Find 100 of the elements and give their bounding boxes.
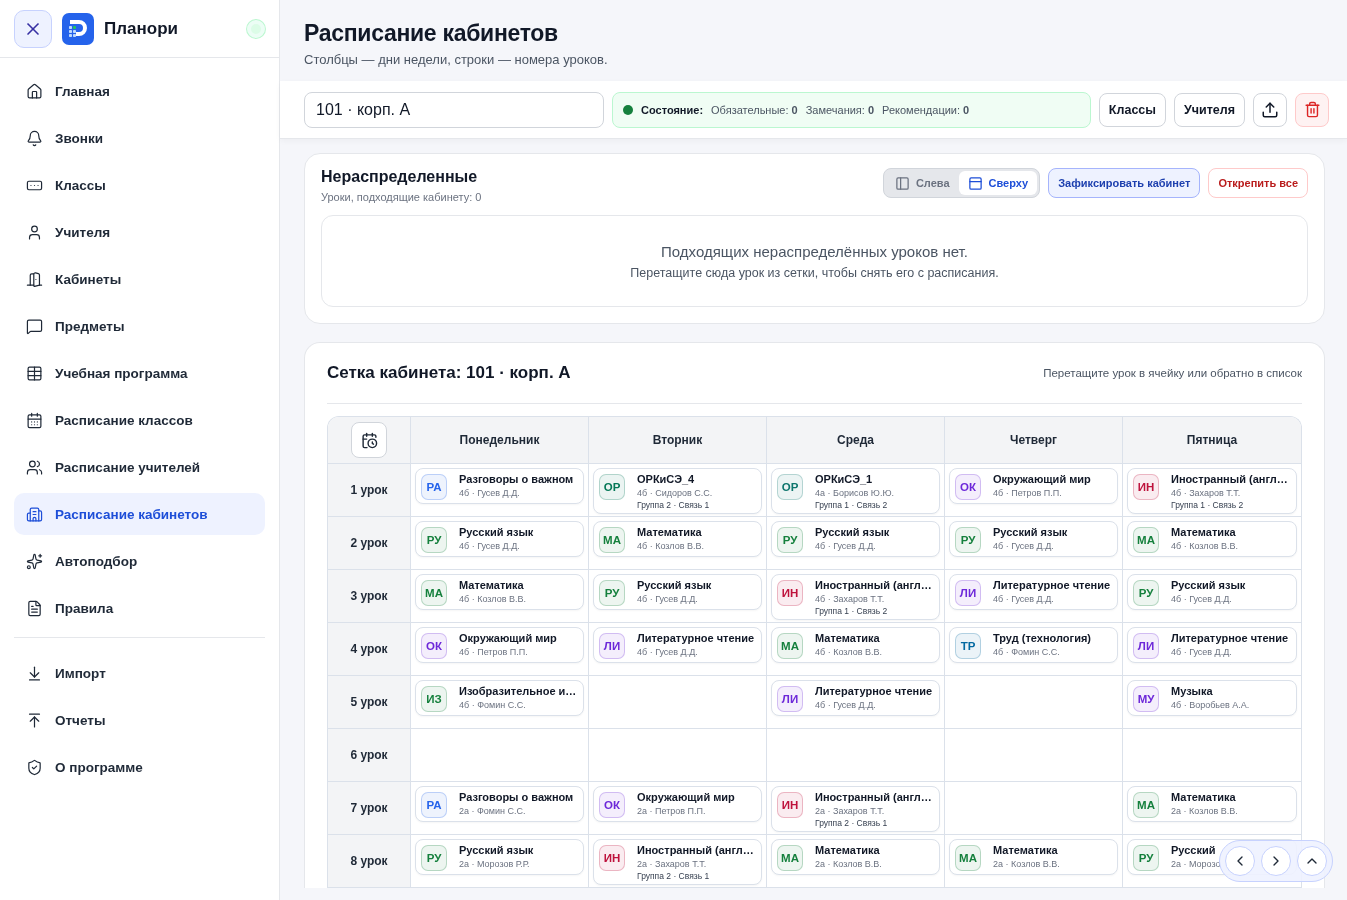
lesson-title: Изобразительное и… [459, 685, 577, 697]
grid-cell[interactable] [945, 676, 1123, 729]
filter-button[interactable]: Учителя [1173, 92, 1245, 127]
lesson-card[interactable]: ОК Окружающий мир 2а · Петров П.П. [593, 786, 762, 822]
nav-item[interactable]: Звонки [14, 117, 265, 159]
lesson-card[interactable]: РУ Русский язык 2а · Морозов Р.Р. [415, 839, 584, 875]
lesson-card[interactable]: МА Математика 4б · Козлов В.В. [415, 574, 584, 610]
close-button[interactable] [14, 9, 52, 48]
grid-cell[interactable]: МА Математика 2а · Козлов В.В. [767, 835, 945, 888]
grid-cell[interactable]: РА Разговоры о важном 4б · Гусев Д.Д. [411, 464, 589, 517]
grid-cell[interactable]: РУ Русский язык 4б · Гусев Д.Д. [767, 517, 945, 570]
lesson-card[interactable]: ЛИ Литературное чтение 4б · Гусев Д.Д. [1127, 627, 1297, 663]
nav-item[interactable]: Правила [14, 587, 265, 629]
lesson-card[interactable]: ЛИ Литературное чтение 4б · Гусев Д.Д. [771, 680, 940, 716]
lesson-title: Иностранный (англ… [815, 791, 932, 803]
grid-cell[interactable]: МА Математика 2а · Козлов В.В. [945, 835, 1123, 888]
grid-cell[interactable] [945, 782, 1123, 835]
filter-button[interactable]: Классы [1098, 92, 1166, 127]
lesson-card[interactable]: ОК Окружающий мир 4б · Петров П.П. [949, 468, 1118, 504]
nav-item[interactable]: Учителя [14, 211, 265, 253]
previous-button[interactable] [1225, 846, 1255, 876]
nav-item[interactable]: Предметы [14, 305, 265, 347]
nav-item[interactable]: Расписание кабинетов [14, 493, 265, 535]
day-header: Среда [767, 417, 945, 464]
lesson-card[interactable]: МА Математика 2а · Козлов В.В. [949, 839, 1118, 875]
grid-cell[interactable]: ОК Окружающий мир 4б · Петров П.П. [945, 464, 1123, 517]
nav-item[interactable]: Классы [14, 164, 265, 206]
status-count: Рекомендации: 0 [882, 103, 970, 116]
grid-cell[interactable]: ИЗ Изобразительное и… 4б · Фомин С.С. [411, 676, 589, 729]
lesson-card[interactable]: РУ Русский язык 4б · Гусев Д.Д. [593, 574, 762, 610]
layout-option[interactable]: Слева [885, 171, 959, 195]
upload-icon [26, 711, 43, 729]
next-button[interactable] [1261, 846, 1291, 876]
subject-badge: ИН [599, 845, 625, 871]
nav-item[interactable]: Кабинеты [14, 258, 265, 300]
unpin-all-button[interactable]: Открепить все [1208, 168, 1308, 198]
grid-cell[interactable]: МА Математика 4б · Козлов В.В. [767, 623, 945, 676]
delete-button[interactable] [1295, 92, 1329, 127]
grid-cell[interactable] [589, 676, 767, 729]
grid-cell[interactable]: РУ Русский язык 4б · Гусев Д.Д. [945, 517, 1123, 570]
lesson-card[interactable]: МА Математика 2а · Козлов В.В. [771, 839, 940, 875]
grid-cell[interactable] [589, 729, 767, 782]
grid-cell[interactable] [945, 729, 1123, 782]
lesson-card[interactable]: ЛИ Литературное чтение 4б · Гусев Д.Д. [949, 574, 1118, 610]
lesson-card[interactable]: РУ Русский язык 4б · Гусев Д.Д. [949, 521, 1118, 557]
nav-item[interactable]: Автоподбор [14, 540, 265, 582]
grid-cell[interactable]: МА Математика 4б · Козлов В.В. [589, 517, 767, 570]
grid-cell[interactable]: ТР Труд (технология) 4б · Фомин С.С. [945, 623, 1123, 676]
lesson-title: Математика [993, 844, 1059, 856]
lesson-card[interactable]: ЛИ Литературное чтение 4б · Гусев Д.Д. [593, 627, 762, 663]
grid-cell[interactable]: МА Математика 4б · Козлов В.В. [1123, 517, 1301, 570]
grid-cell[interactable]: РУ Русский язык 4б · Гусев Д.Д. [411, 517, 589, 570]
nav-item[interactable]: Импорт [14, 652, 265, 694]
grid-cell[interactable]: ОК Окружающий мир 2а · Петров П.П. [589, 782, 767, 835]
grid-cell[interactable]: ЛИ Литературное чтение 4б · Гусев Д.Д. [767, 676, 945, 729]
room-field[interactable]: 101 · корп. А [304, 91, 604, 128]
nav-item[interactable]: Отчеты [14, 699, 265, 741]
grid-cell[interactable]: РА Разговоры о важном 2а · Фомин С.С. [411, 782, 589, 835]
calendar-button[interactable] [351, 422, 387, 458]
grid-cell[interactable]: ЛИ Литературное чтение 4б · Гусев Д.Д. [945, 570, 1123, 623]
lesson-title: Литературное чтение [637, 632, 755, 644]
lesson-meta: 2а · Петров П.П. [637, 806, 707, 816]
grid-cell[interactable]: ЛИ Литературное чтение 4б · Гусев Д.Д. [589, 623, 767, 676]
fix-room-button[interactable]: Зафиксировать кабинет [1048, 168, 1201, 198]
lesson-card[interactable]: МА Математика 4б · Козлов В.В. [593, 521, 762, 557]
export-button[interactable] [1253, 92, 1287, 127]
lesson-card[interactable]: ТР Труд (технология) 4б · Фомин С.С. [949, 627, 1118, 663]
layout-option[interactable]: Сверху [958, 171, 1038, 195]
nav-item[interactable]: Расписание классов [14, 399, 265, 441]
lesson-card[interactable]: РУ Русский язык 4б · Гусев Д.Д. [415, 521, 584, 557]
lesson-card[interactable]: МА Математика 4б · Козлов В.В. [1127, 521, 1297, 557]
grid-cell[interactable] [411, 729, 589, 782]
lesson-card[interactable]: РА Разговоры о важном 2а · Фомин С.С. [415, 786, 584, 822]
lesson-card[interactable]: МА Математика 2а · Козлов В.В. [1127, 786, 1297, 822]
nav-item[interactable]: О программе [14, 746, 265, 788]
nav-item[interactable]: Учебная программа [14, 352, 265, 394]
grid-cell[interactable] [767, 729, 945, 782]
lesson-card[interactable]: РА Разговоры о важном 4б · Гусев Д.Д. [415, 468, 584, 504]
lesson-title: Литературное чтение [993, 579, 1111, 591]
grid-cell[interactable]: МА Математика 2а · Козлов В.В. [1123, 782, 1301, 835]
lesson-card[interactable]: МА Математика 4б · Козлов В.В. [771, 627, 940, 663]
grid-cell[interactable]: РУ Русский язык 2а · Морозов Р.Р. [411, 835, 589, 888]
grid-cell[interactable]: МУ Музыка 4б · Воробьев А.А. [1123, 676, 1301, 729]
nav-item[interactable]: Главная [14, 70, 265, 112]
grid-title: Сетка кабинета: 101 · корп. А [327, 363, 571, 383]
grid-cell[interactable]: РУ Русский язык 4б · Гусев Д.Д. [589, 570, 767, 623]
lesson-meta: 2а · Захаров Т.Т. [815, 806, 886, 816]
grid-cell[interactable]: ЛИ Литературное чтение 4б · Гусев Д.Д. [1123, 623, 1301, 676]
grid-cell[interactable]: МА Математика 4б · Козлов В.В. [411, 570, 589, 623]
nav-item[interactable]: Расписание учителей [14, 446, 265, 488]
lesson-card[interactable]: МУ Музыка 4б · Воробьев А.А. [1127, 680, 1297, 716]
lesson-card[interactable]: ОК Окружающий мир 4б · Петров П.П. [415, 627, 584, 663]
lesson-card[interactable]: РУ Русский язык 4б · Гусев Д.Д. [771, 521, 940, 557]
scroll-up-button[interactable] [1297, 846, 1327, 876]
lesson-card[interactable]: РУ Русский язык 4б · Гусев Д.Д. [1127, 574, 1297, 610]
lesson-title: ОРКиСЭ_1 [815, 473, 874, 485]
grid-cell[interactable]: РУ Русский язык 4б · Гусев Д.Д. [1123, 570, 1301, 623]
lesson-card[interactable]: ИЗ Изобразительное и… 4б · Фомин С.С. [415, 680, 584, 716]
subject-badge: ЛИ [955, 580, 981, 606]
grid-cell[interactable]: ОК Окружающий мир 4б · Петров П.П. [411, 623, 589, 676]
